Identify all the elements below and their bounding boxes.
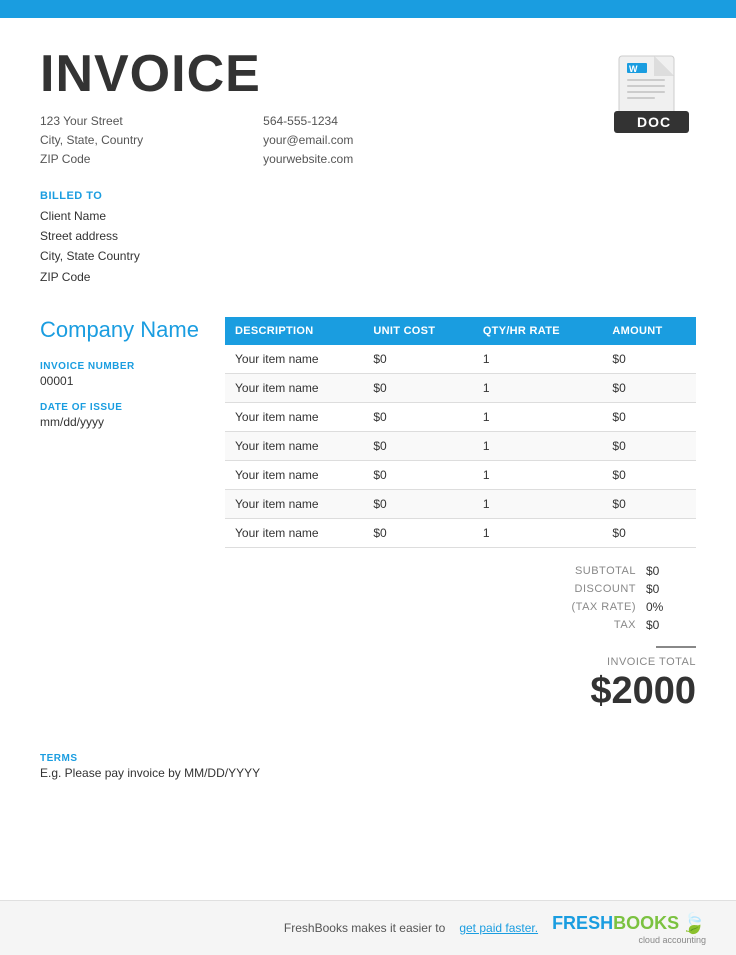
invoice-total-label: INVOICE TOTAL — [607, 656, 696, 668]
totals-section: SUBTOTAL $0 DISCOUNT $0 (TAX RATE) 0% TA… — [225, 564, 696, 713]
row-amount: $0 — [602, 432, 696, 461]
subtotal-row: SUBTOTAL $0 — [416, 564, 696, 578]
row-description: Your item name — [225, 345, 363, 374]
row-unit-cost: $0 — [363, 461, 472, 490]
table-row: Your item name $0 1 $0 — [225, 374, 696, 403]
invoice-title: INVOICE — [40, 48, 353, 100]
row-qty: 1 — [473, 432, 603, 461]
client-city: City, State Country — [40, 246, 696, 266]
row-description: Your item name — [225, 490, 363, 519]
tax-value: $0 — [636, 618, 696, 632]
email: your@email.com — [263, 131, 353, 150]
table-row: Your item name $0 1 $0 — [225, 403, 696, 432]
tax-rate-value: 0% — [636, 600, 696, 614]
row-description: Your item name — [225, 374, 363, 403]
row-amount: $0 — [602, 490, 696, 519]
footer-link[interactable]: get paid faster. — [459, 921, 538, 935]
row-unit-cost: $0 — [363, 345, 472, 374]
footer-text: FreshBooks makes it easier to — [284, 921, 445, 935]
left-panel: Company Name INVOICE NUMBER 00001 DATE O… — [40, 317, 205, 713]
totals-divider — [656, 646, 696, 648]
table-row: Your item name $0 1 $0 — [225, 490, 696, 519]
freshbooks-logo: FRESHBOOKS 🍃 cloud accounting — [552, 911, 706, 945]
address-line3: ZIP Code — [40, 150, 143, 169]
top-bar — [0, 0, 736, 18]
col-header-qty: QTY/HR RATE — [473, 317, 603, 345]
header-section: INVOICE 123 Your Street City, State, Cou… — [40, 48, 696, 170]
col-header-description: DESCRIPTION — [225, 317, 363, 345]
row-description: Your item name — [225, 403, 363, 432]
row-qty: 1 — [473, 374, 603, 403]
table-row: Your item name $0 1 $0 — [225, 345, 696, 374]
client-street: Street address — [40, 226, 696, 246]
row-amount: $0 — [602, 461, 696, 490]
logo-leaf-icon: 🍃 — [681, 911, 706, 936]
table-row: Your item name $0 1 $0 — [225, 461, 696, 490]
tax-rate-row: (TAX RATE) 0% — [416, 600, 696, 614]
invoice-total-amount: $2000 — [590, 670, 696, 713]
billed-section: BILLED TO Client Name Street address Cit… — [40, 190, 696, 288]
terms-section: TERMS E.g. Please pay invoice by MM/DD/Y… — [40, 743, 696, 780]
tax-label: TAX — [476, 619, 636, 631]
col-header-amount: AMOUNT — [602, 317, 696, 345]
right-panel: DESCRIPTION UNIT COST QTY/HR RATE AMOUNT… — [225, 317, 696, 713]
row-unit-cost: $0 — [363, 403, 472, 432]
table-row: Your item name $0 1 $0 — [225, 432, 696, 461]
company-address: 123 Your Street City, State, Country ZIP… — [40, 112, 143, 170]
svg-text:DOC: DOC — [637, 114, 671, 130]
terms-label: TERMS — [40, 753, 696, 764]
discount-label: DISCOUNT — [476, 583, 636, 595]
row-unit-cost: $0 — [363, 519, 472, 548]
billed-to-label: BILLED TO — [40, 190, 696, 202]
phone: 564-555-1234 — [263, 112, 353, 131]
footer: FreshBooks makes it easier to get paid f… — [0, 900, 736, 955]
logo-books-text: BOOKS — [613, 913, 679, 934]
row-qty: 1 — [473, 461, 603, 490]
date-of-issue-label: DATE OF ISSUE — [40, 402, 205, 413]
discount-value: $0 — [636, 582, 696, 596]
row-qty: 1 — [473, 490, 603, 519]
row-description: Your item name — [225, 519, 363, 548]
row-description: Your item name — [225, 461, 363, 490]
subtotal-label: SUBTOTAL — [476, 565, 636, 577]
subtotal-value: $0 — [636, 564, 696, 578]
row-amount: $0 — [602, 519, 696, 548]
company-contact: 564-555-1234 your@email.com yourwebsite.… — [263, 112, 353, 170]
header-left: INVOICE 123 Your Street City, State, Cou… — [40, 48, 353, 170]
row-qty: 1 — [473, 345, 603, 374]
row-qty: 1 — [473, 403, 603, 432]
invoice-total-block: INVOICE TOTAL $2000 — [590, 656, 696, 713]
tax-rate-label: (TAX RATE) — [476, 601, 636, 613]
website: yourwebsite.com — [263, 150, 353, 169]
svg-text:W: W — [629, 64, 638, 74]
col-header-unit-cost: UNIT COST — [363, 317, 472, 345]
terms-text: E.g. Please pay invoice by MM/DD/YYYY — [40, 766, 696, 780]
logo-fresh-text: FRESH — [552, 913, 613, 934]
row-unit-cost: $0 — [363, 490, 472, 519]
doc-icon: W DOC — [606, 48, 696, 138]
billed-info: Client Name Street address City, State C… — [40, 206, 696, 288]
address-line1: 123 Your Street — [40, 112, 143, 131]
discount-row: DISCOUNT $0 — [416, 582, 696, 596]
row-amount: $0 — [602, 403, 696, 432]
invoice-number-label: INVOICE NUMBER — [40, 361, 205, 372]
logo-sub: cloud accounting — [552, 936, 706, 945]
row-unit-cost: $0 — [363, 374, 472, 403]
row-qty: 1 — [473, 519, 603, 548]
date-of-issue-value: mm/dd/yyyy — [40, 415, 205, 429]
client-zip: ZIP Code — [40, 267, 696, 287]
row-unit-cost: $0 — [363, 432, 472, 461]
company-name: Company Name — [40, 317, 205, 343]
client-name: Client Name — [40, 206, 696, 226]
row-amount: $0 — [602, 345, 696, 374]
table-row: Your item name $0 1 $0 — [225, 519, 696, 548]
invoice-table: DESCRIPTION UNIT COST QTY/HR RATE AMOUNT… — [225, 317, 696, 548]
invoice-number-value: 00001 — [40, 374, 205, 388]
row-description: Your item name — [225, 432, 363, 461]
middle-section: Company Name INVOICE NUMBER 00001 DATE O… — [40, 317, 696, 713]
row-amount: $0 — [602, 374, 696, 403]
tax-row: TAX $0 — [416, 618, 696, 632]
header-details: 123 Your Street City, State, Country ZIP… — [40, 112, 353, 170]
address-line2: City, State, Country — [40, 131, 143, 150]
